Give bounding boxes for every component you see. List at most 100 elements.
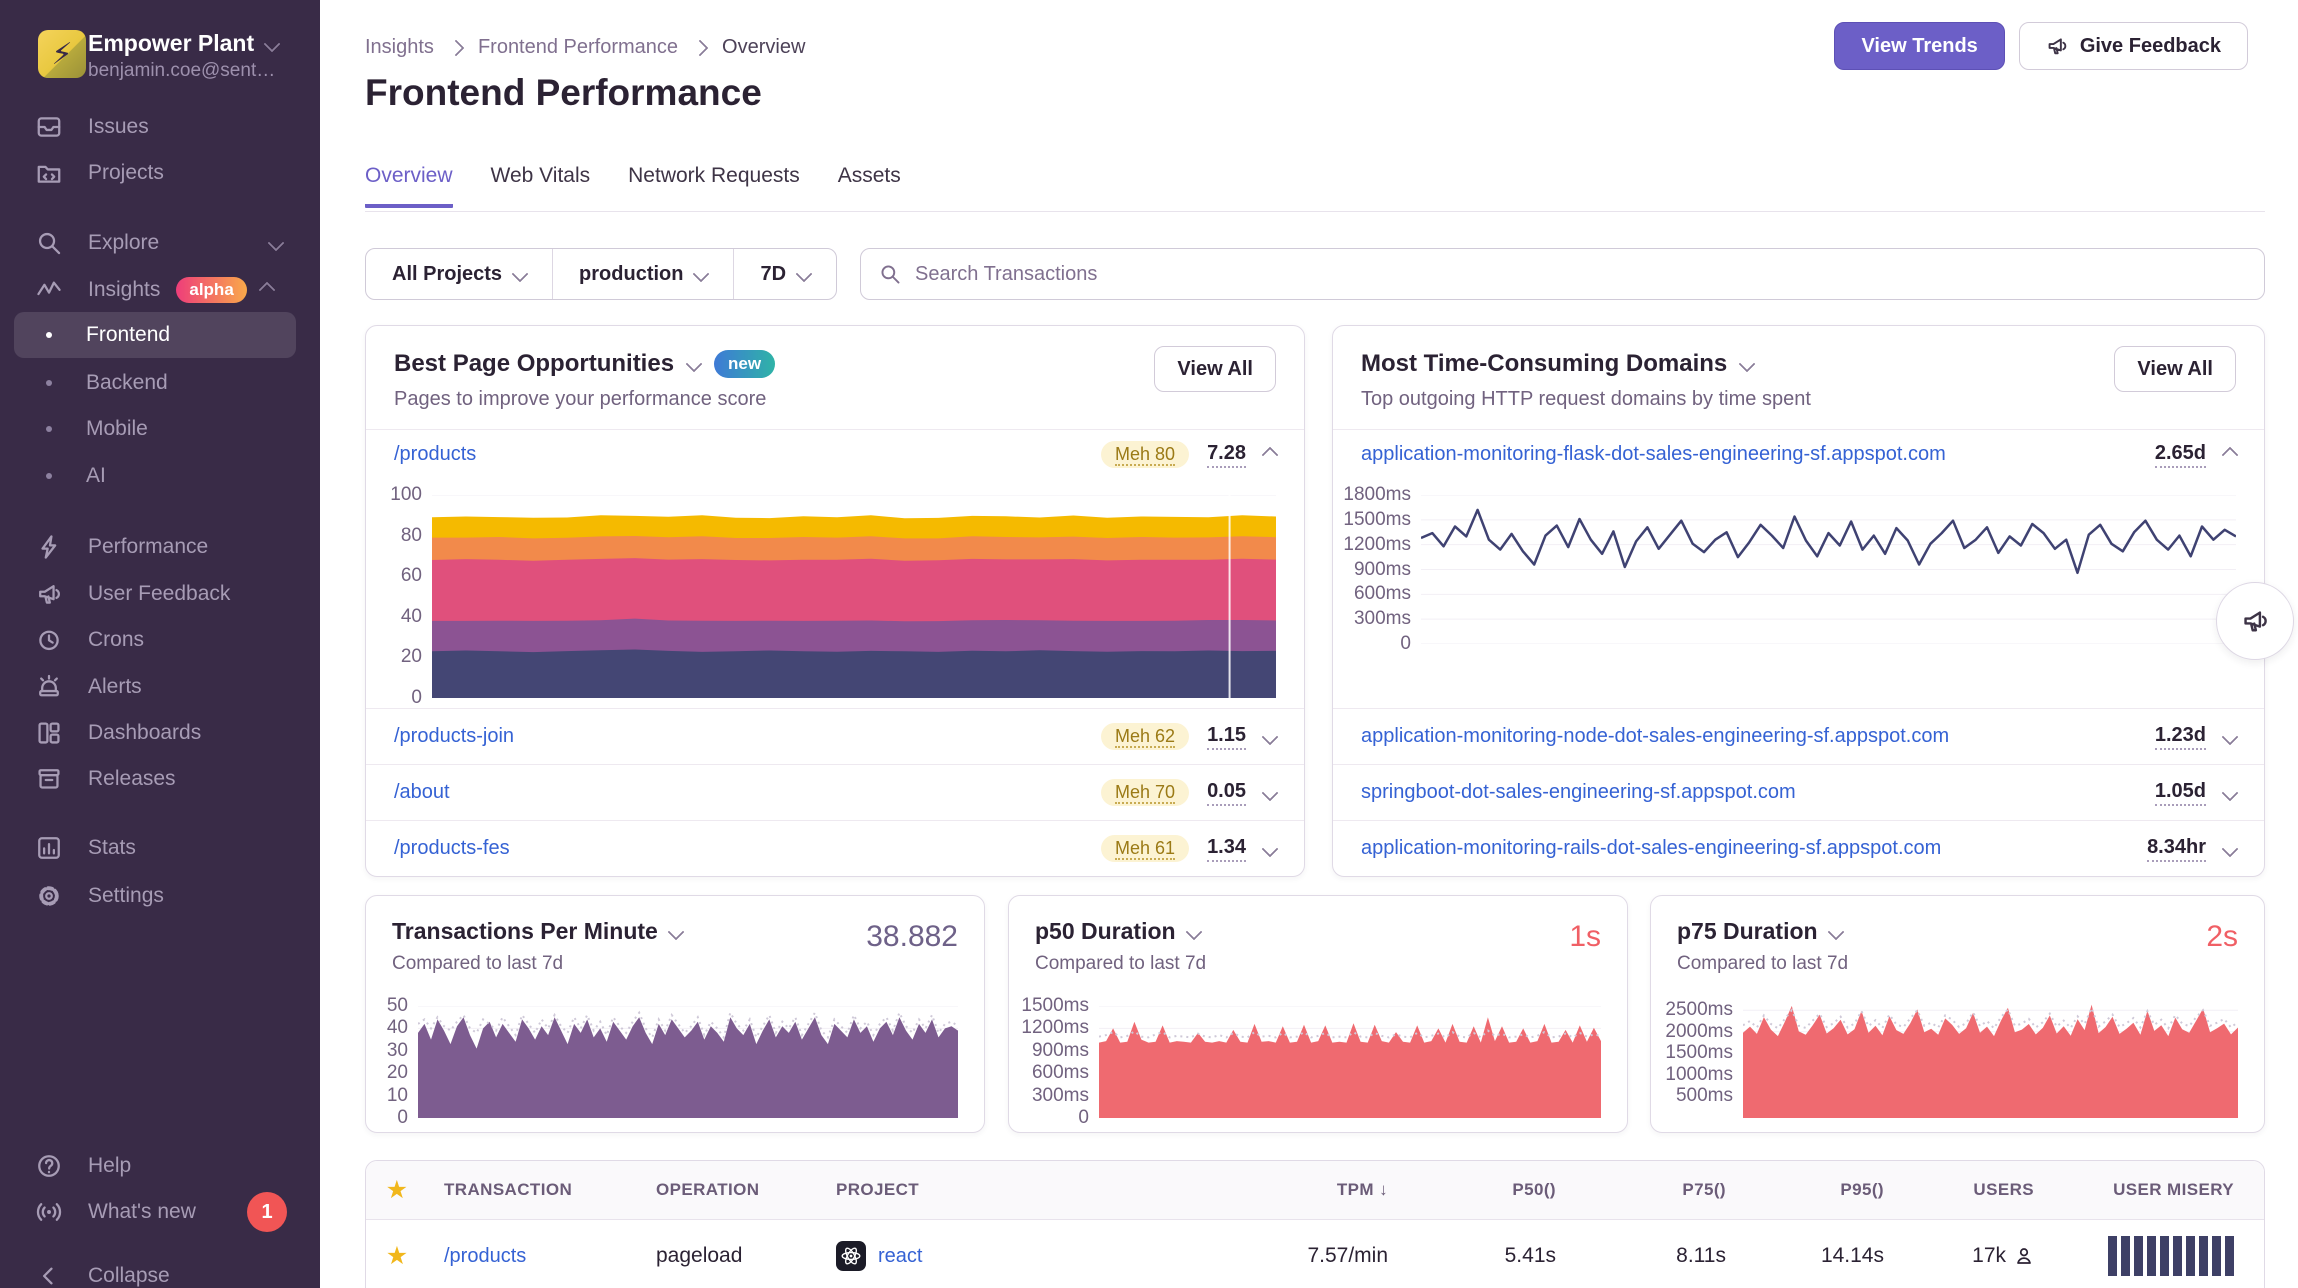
view-all-button[interactable]: View All xyxy=(1154,346,1276,392)
opportunity-value[interactable]: 1.34 xyxy=(1207,836,1246,862)
page-link[interactable]: /products xyxy=(394,443,476,466)
star-icon[interactable]: ★ xyxy=(386,1176,409,1204)
broadcast-icon xyxy=(36,1199,62,1225)
p50-cell: 5.41s xyxy=(1418,1244,1586,1268)
view-all-button[interactable]: View All xyxy=(2114,346,2236,392)
star-icon[interactable]: ★ xyxy=(386,1242,408,1270)
tab-network-requests[interactable]: Network Requests xyxy=(628,164,800,208)
time-spent-value[interactable]: 8.34hr xyxy=(2147,836,2206,862)
view-trends-button[interactable]: View Trends xyxy=(1834,22,2004,70)
opportunity-value[interactable]: 7.28 xyxy=(1207,442,1246,468)
sidebar-item-label: Settings xyxy=(88,884,164,908)
chevron-down-icon[interactable] xyxy=(1262,840,1279,857)
p50-duration-card: p50 Duration Compared to last 7d 1s 1500… xyxy=(1008,895,1628,1133)
date-range-filter[interactable]: 7D xyxy=(733,249,836,299)
sidebar-item-backend[interactable]: Backend xyxy=(0,360,320,406)
chevron-down-icon[interactable] xyxy=(2222,784,2239,801)
sidebar-item-ai[interactable]: AI xyxy=(0,453,320,499)
domain-link[interactable]: application-monitoring-flask-dot-sales-e… xyxy=(1361,443,1946,466)
chevron-down-icon[interactable] xyxy=(2222,728,2239,745)
page-link[interactable]: /products-fes xyxy=(394,837,510,860)
breadcrumb-frontend-performance[interactable]: Frontend Performance xyxy=(478,36,678,59)
tab-assets[interactable]: Assets xyxy=(838,164,901,208)
sidebar-item-insights[interactable]: Insights alpha xyxy=(0,267,320,313)
sidebar-item-dashboards[interactable]: Dashboards xyxy=(0,710,320,756)
search-input[interactable] xyxy=(913,262,2246,287)
sidebar-item-alerts[interactable]: Alerts xyxy=(0,664,320,710)
chevron-down-icon[interactable] xyxy=(667,923,684,940)
chevron-down-icon[interactable] xyxy=(2222,840,2239,857)
project-link[interactable]: react xyxy=(878,1245,922,1268)
sidebar-item-settings[interactable]: Settings xyxy=(0,873,320,919)
chevron-down-icon[interactable] xyxy=(1262,728,1279,745)
floating-feedback-button[interactable] xyxy=(2216,582,2294,660)
chevron-up-icon[interactable] xyxy=(1262,446,1279,463)
time-spent-value[interactable]: 2.65d xyxy=(2155,442,2206,468)
time-spent-value[interactable]: 1.23d xyxy=(2155,724,2206,750)
dashboard-icon xyxy=(36,720,62,746)
chevron-down-icon[interactable] xyxy=(1262,784,1279,801)
environment-filter[interactable]: production xyxy=(552,249,733,299)
chevron-down-icon[interactable] xyxy=(1827,923,1844,940)
chevron-up-icon[interactable] xyxy=(2222,446,2239,463)
score-badge[interactable]: Meh 70 xyxy=(1101,779,1189,806)
col-transaction[interactable]: TRANSACTION xyxy=(428,1180,640,1200)
project-filter[interactable]: All Projects xyxy=(366,249,552,299)
col-p75[interactable]: P75() xyxy=(1586,1180,1756,1200)
sidebar-item-user-feedback[interactable]: User Feedback xyxy=(0,571,320,617)
sidebar-item-label: Releases xyxy=(88,767,176,791)
card-subtitle: Compared to last 7d xyxy=(1035,953,1601,975)
chevron-down-icon[interactable] xyxy=(1739,356,1756,373)
score-badge[interactable]: Meh 62 xyxy=(1101,723,1189,750)
col-p50[interactable]: P50() xyxy=(1418,1180,1586,1200)
area-chart[interactable] xyxy=(1099,1006,1601,1118)
stacked-area-chart[interactable] xyxy=(432,495,1276,698)
line-chart[interactable] xyxy=(1421,495,2236,644)
domain-link[interactable]: springboot-dot-sales-engineering-sf.apps… xyxy=(1361,781,1796,804)
opportunity-value[interactable]: 0.05 xyxy=(1207,780,1246,806)
sidebar-item-whats-new[interactable]: What's new 1 xyxy=(0,1189,320,1235)
card-subtitle: Top outgoing HTTP request domains by tim… xyxy=(1361,388,2236,411)
tab-overview[interactable]: Overview xyxy=(365,164,453,208)
sidebar-item-mobile[interactable]: Mobile xyxy=(0,406,320,452)
area-chart[interactable] xyxy=(418,1006,958,1118)
tab-web-vitals[interactable]: Web Vitals xyxy=(491,164,591,208)
page-link[interactable]: /products-join xyxy=(394,725,514,748)
sidebar-item-help[interactable]: Help xyxy=(0,1143,320,1189)
col-tpm[interactable]: TPM ↓ xyxy=(1250,1180,1418,1200)
sidebar-item-frontend[interactable]: Frontend xyxy=(14,312,296,358)
sidebar-item-explore[interactable]: Explore xyxy=(0,220,320,266)
col-project[interactable]: PROJECT xyxy=(820,1180,1250,1200)
page-link[interactable]: /about xyxy=(394,781,450,804)
sidebar-item-collapse[interactable]: Collapse xyxy=(0,1253,320,1288)
sidebar-item-projects[interactable]: Projects xyxy=(0,150,320,196)
col-users[interactable]: USERS xyxy=(1914,1180,2064,1200)
score-badge[interactable]: Meh 80 xyxy=(1101,441,1189,468)
org-switcher[interactable]: ⚡ Empower Plant benjamin.coe@sent… xyxy=(0,0,320,110)
time-spent-value[interactable]: 1.05d xyxy=(2155,780,2206,806)
score-badge[interactable]: Meh 61 xyxy=(1101,835,1189,862)
help-icon xyxy=(36,1153,62,1179)
col-operation[interactable]: OPERATION xyxy=(640,1180,820,1200)
domain-link[interactable]: application-monitoring-node-dot-sales-en… xyxy=(1361,725,1949,748)
sidebar-item-performance[interactable]: Performance xyxy=(0,524,320,570)
domain-link[interactable]: application-monitoring-rails-dot-sales-e… xyxy=(1361,837,1941,860)
area-chart[interactable] xyxy=(1743,993,2238,1118)
person-icon xyxy=(2014,1246,2034,1266)
sidebar-item-crons[interactable]: Crons xyxy=(0,617,320,663)
opportunity-value[interactable]: 1.15 xyxy=(1207,724,1246,750)
give-feedback-button[interactable]: Give Feedback xyxy=(2019,22,2248,70)
breadcrumb-insights[interactable]: Insights xyxy=(365,36,434,59)
sidebar-item-issues[interactable]: Issues xyxy=(0,104,320,150)
chevron-down-icon[interactable] xyxy=(686,356,703,373)
bullet-icon xyxy=(46,426,52,432)
col-user-misery[interactable]: USER MISERY xyxy=(2064,1180,2264,1200)
lightning-icon xyxy=(36,534,62,560)
transaction-link[interactable]: /products xyxy=(444,1245,526,1267)
give-feedback-label: Give Feedback xyxy=(2080,35,2221,58)
col-p95[interactable]: P95() xyxy=(1756,1180,1914,1200)
chevron-down-icon[interactable] xyxy=(1185,923,1202,940)
sidebar-item-stats[interactable]: Stats xyxy=(0,825,320,871)
sidebar-item-releases[interactable]: Releases xyxy=(0,756,320,802)
date-range-value: 7D xyxy=(760,263,786,286)
